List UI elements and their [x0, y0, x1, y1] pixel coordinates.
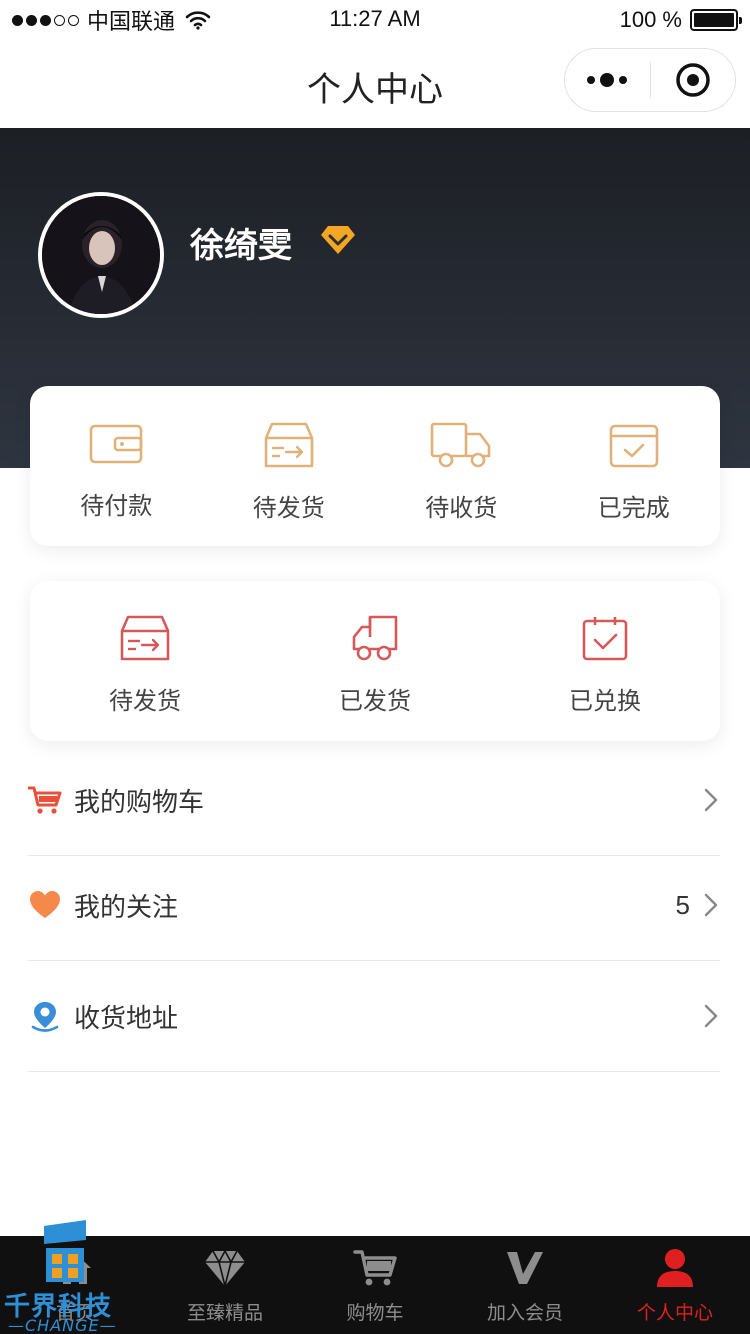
order-pending-payment[interactable]: 待付款 — [30, 386, 203, 546]
order-status-card: 待付款 待发货 待收货 已完成 — [30, 386, 720, 546]
order-label: 待收货 — [425, 494, 498, 522]
tab-profile[interactable]: 个人中心 — [600, 1236, 750, 1334]
calendar-check-icon — [609, 424, 659, 468]
tab-label: 至臻精品 — [186, 1302, 263, 1324]
status-right: 100 % — [619, 6, 742, 34]
diamond-icon — [203, 1246, 247, 1290]
order-label: 待发货 — [252, 494, 325, 522]
person-icon — [653, 1246, 697, 1290]
tab-label: 个人中心 — [636, 1302, 713, 1324]
battery-icon — [690, 9, 742, 31]
wallet-icon — [89, 424, 143, 464]
menu-item-address[interactable]: 收货地址 — [28, 961, 720, 1072]
menu-label: 收货地址 — [74, 1003, 179, 1034]
exchange-redeemed[interactable]: 已兑换 — [490, 581, 720, 741]
status-bar: 中国联通 11:27 AM 100 % — [0, 0, 750, 40]
menu-label: 我的购物车 — [74, 787, 205, 818]
avatar[interactable] — [38, 192, 164, 318]
box-arrow-icon — [264, 422, 314, 468]
battery-percent: 100 % — [619, 7, 682, 32]
follow-count: 5 — [675, 889, 690, 920]
delivery-truck-icon — [352, 615, 398, 661]
exchange-status-card: 待发货 已发货 已兑换 — [30, 581, 720, 741]
exchange-shipped[interactable]: 已发货 — [260, 581, 490, 741]
exchange-pending-shipment[interactable]: 待发货 — [30, 581, 260, 741]
cart-icon — [353, 1246, 397, 1290]
order-label: 待付款 — [80, 492, 153, 520]
target-close-icon[interactable] — [651, 48, 736, 112]
tab-label: 购物车 — [346, 1302, 404, 1324]
mini-program-capsule — [564, 48, 736, 112]
chevron-right-icon — [704, 788, 718, 812]
tab-cart[interactable]: 购物车 — [300, 1236, 450, 1334]
user-name: 徐绮雯 — [190, 226, 292, 266]
location-pin-icon — [28, 999, 62, 1033]
chevron-right-icon — [704, 1004, 718, 1028]
tab-premium[interactable]: 至臻精品 — [150, 1236, 300, 1334]
watermark-logo: 千界科技 —CHANGE— — [0, 1218, 130, 1334]
nav-bar: 个人中心 — [0, 40, 750, 128]
menu-item-cart[interactable]: 我的购物车 — [28, 745, 720, 856]
exchange-label: 已兑换 — [569, 687, 641, 715]
calendar-check-icon — [582, 617, 628, 661]
box-arrow-icon — [120, 615, 170, 661]
cart-icon — [28, 783, 62, 817]
order-pending-shipment[interactable]: 待发货 — [203, 386, 376, 546]
truck-icon — [430, 422, 491, 468]
watermark-subtitle: —CHANGE— — [8, 1316, 117, 1334]
tab-label: 加入会员 — [486, 1302, 563, 1324]
order-label: 已完成 — [597, 494, 670, 522]
order-pending-receipt[interactable]: 待收货 — [375, 386, 548, 546]
more-dots-icon[interactable] — [565, 48, 650, 112]
heart-icon — [28, 888, 62, 922]
exchange-label: 待发货 — [109, 687, 181, 715]
chevron-right-icon — [704, 893, 718, 917]
menu-label: 我的关注 — [74, 892, 179, 923]
vip-diamond-icon — [321, 226, 355, 254]
menu-item-follow[interactable]: 我的关注 5 — [28, 850, 720, 961]
exchange-label: 已发货 — [339, 687, 411, 715]
order-completed[interactable]: 已完成 — [548, 386, 721, 546]
tab-membership[interactable]: 加入会员 — [450, 1236, 600, 1334]
v-member-icon — [503, 1246, 547, 1290]
